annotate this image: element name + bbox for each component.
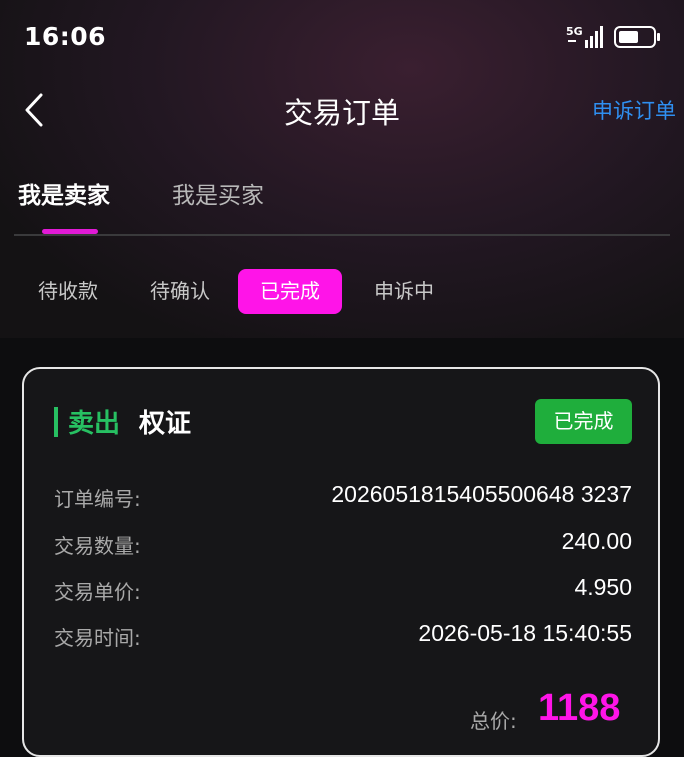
order-side: 卖出: [68, 409, 121, 439]
battery-icon: [614, 26, 660, 48]
order-asset: 权证: [139, 409, 192, 439]
network-label: 5G: [566, 25, 583, 38]
total-price-value: 1188: [538, 687, 621, 729]
unit-price-row: 交易单价: 4.950: [54, 574, 632, 606]
side-marker: [54, 407, 58, 437]
chevron-left-icon: [25, 93, 43, 127]
unit-price-value: 4.950: [574, 574, 632, 600]
quantity-label: 交易数量:: [54, 534, 141, 558]
order-card[interactable]: 卖出 权证 已完成 订单编号: 2026051815405500648 3237…: [22, 367, 660, 757]
filter-completed[interactable]: 已完成: [238, 269, 342, 314]
trade-time-label: 交易时间:: [54, 626, 141, 650]
total-price-label: 总价:: [470, 709, 517, 733]
quantity-row: 交易数量: 240.00: [54, 528, 632, 560]
status-badge: 已完成: [535, 399, 632, 444]
trade-time-value: 2026-05-18 15:40:55: [418, 620, 632, 646]
trade-time-row: 交易时间: 2026-05-18 15:40:55: [54, 620, 632, 652]
tab-divider: [14, 234, 670, 236]
filter-pending-confirm[interactable]: 待确认: [128, 269, 232, 314]
appeal-orders-link[interactable]: 申诉订单: [592, 95, 676, 125]
order-number-row: 订单编号: 2026051815405500648 3237: [54, 481, 632, 513]
status-time: 16:06: [24, 22, 107, 51]
order-number-label: 订单编号:: [54, 487, 141, 511]
tab-buyer[interactable]: 我是买家: [172, 176, 264, 210]
order-number-value: 2026051815405500648 3237: [331, 481, 632, 507]
signal-5g-icon: 5G: [566, 25, 603, 48]
filter-pending-payment[interactable]: 待收款: [16, 269, 120, 314]
filter-in-appeal[interactable]: 申诉中: [352, 269, 456, 314]
back-button[interactable]: [14, 86, 54, 134]
quantity-value: 240.00: [561, 528, 632, 554]
unit-price-label: 交易单价:: [54, 580, 141, 604]
tab-seller[interactable]: 我是卖家: [18, 176, 110, 210]
